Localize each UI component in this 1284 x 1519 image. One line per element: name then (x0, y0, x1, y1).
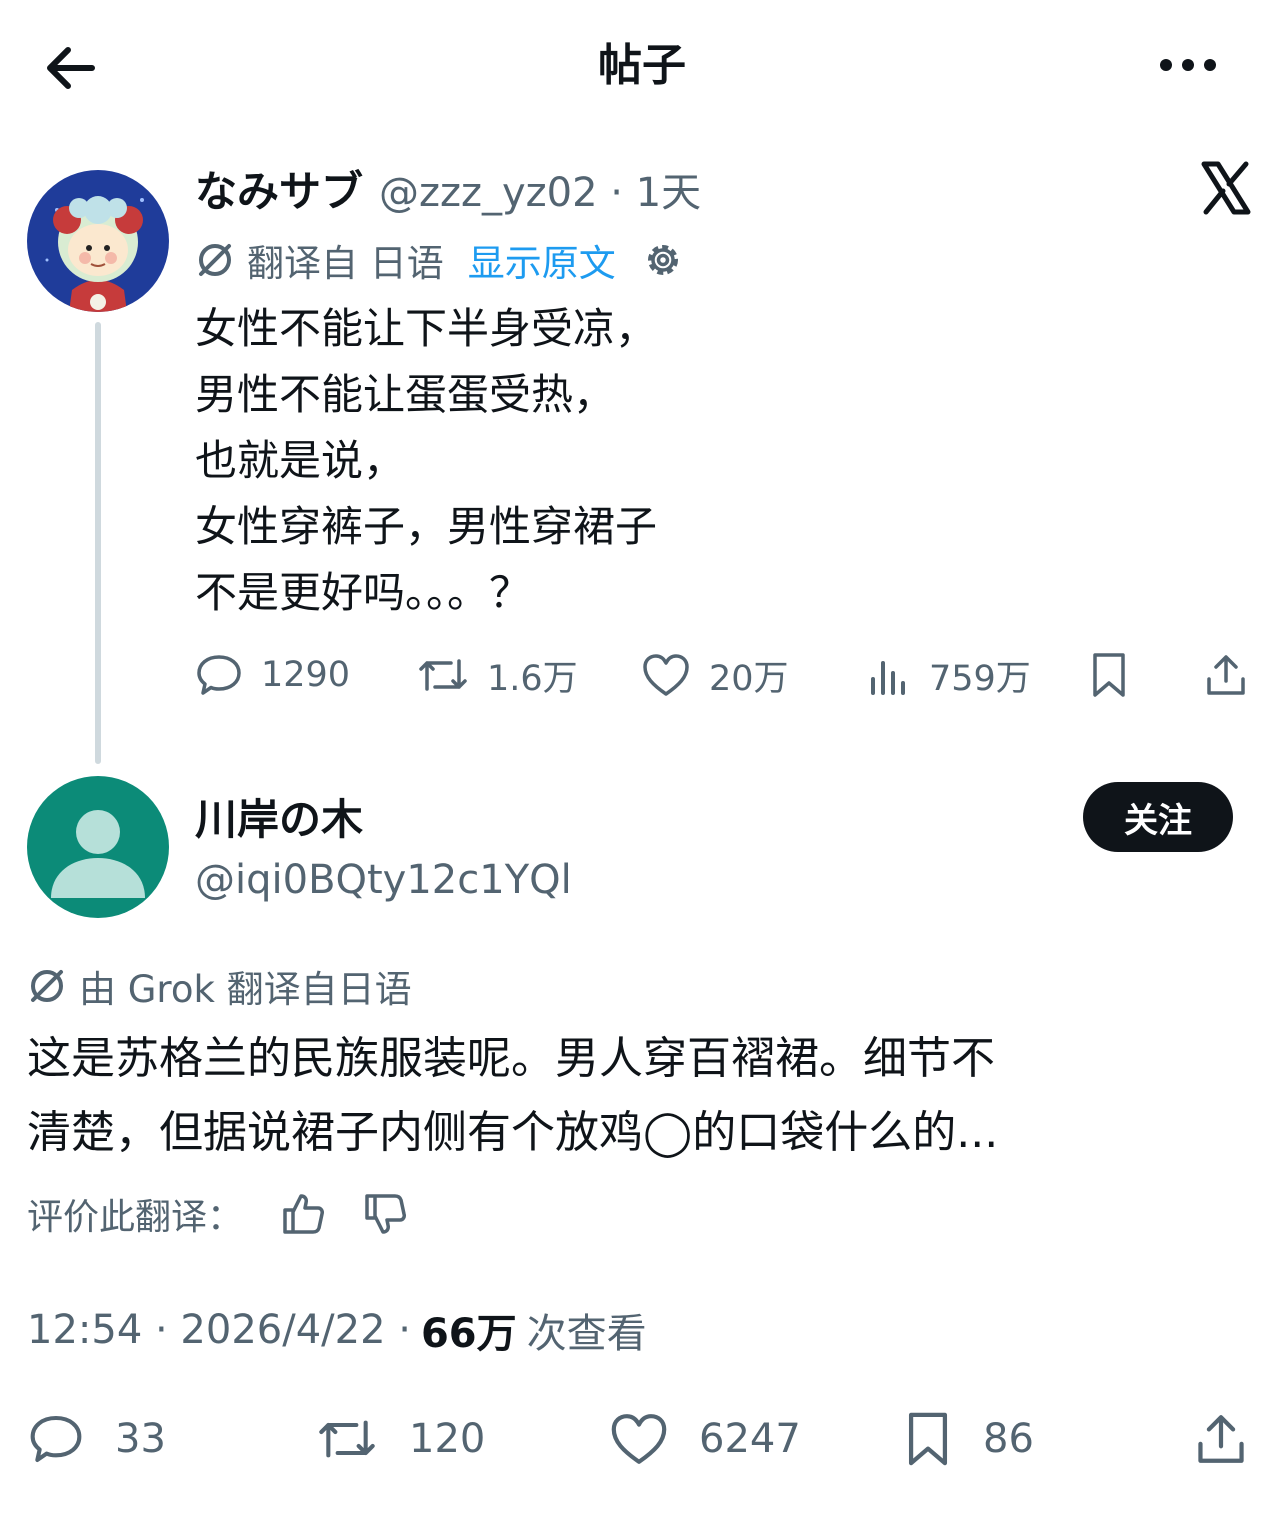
post-text-line: 男性不能让蛋蛋受热， (195, 370, 616, 419)
like-button[interactable]: 20万 (641, 640, 789, 710)
heart-icon (611, 1414, 667, 1464)
rate-translation: 评价此翻译： (27, 1186, 407, 1242)
reply-button[interactable]: 33 (27, 1404, 166, 1474)
reply-post-text: 这是苏格兰的民族服装呢。男人穿百褶裙。细节不 清楚，但据说裙子内侧有个放鸡◯的口… (27, 1022, 1257, 1170)
translation-note: 翻译自 日语 (247, 242, 444, 285)
bookmark-button[interactable] (1089, 640, 1129, 710)
translate-icon (199, 244, 231, 276)
like-count: 6247 (699, 1416, 801, 1462)
post-text-line: 女性穿裤子，男性穿裙子 (195, 502, 658, 551)
repost-icon (419, 659, 467, 691)
post-timestamp: 12:54 · 2026/4/22 · 66万 次查看 (27, 1300, 647, 1360)
thumbs-down-button[interactable] (363, 1192, 407, 1236)
gear-icon (647, 245, 678, 275)
follow-button[interactable]: 关注 (1083, 782, 1233, 852)
bookmark-button[interactable]: 86 (903, 1404, 1034, 1474)
view-label: 次查看 (526, 1311, 647, 1357)
share-button[interactable] (1193, 1404, 1249, 1474)
reply-button[interactable]: 1290 (195, 640, 350, 710)
original-post-text: 女性不能让下半身受凉， 男性不能让蛋蛋受热， 也就是说， 女性穿裤子，男性穿裙子… (195, 296, 1095, 626)
bookmark-count: 86 (983, 1416, 1034, 1462)
original-post-actions: 1290 1.6万 20万 759万 (195, 640, 1255, 710)
thumbs-up-icon (283, 1194, 325, 1234)
repost-button[interactable]: 1.6万 (417, 640, 578, 710)
bookmark-icon (1093, 653, 1125, 697)
like-button[interactable]: 6247 (609, 1404, 801, 1474)
thread-connector-line (95, 322, 101, 764)
grok-translation-bar: 由 Grok 翻译自日语 (27, 958, 412, 1014)
repost-count: 120 (409, 1416, 486, 1462)
show-original-link[interactable]: 显示原文 (468, 233, 616, 287)
timestamp-text[interactable]: 12:54 · 2026/4/22 · (27, 1307, 411, 1353)
page-title: 帖子 (598, 40, 686, 91)
translation-settings-button[interactable] (642, 239, 684, 281)
like-count: 20万 (709, 658, 789, 699)
post-text-line: 这是苏格兰的民族服装呢。男人穿百褶裙。细节不 (27, 1033, 995, 1084)
post-text-line: 不是更好吗。。。？ (195, 568, 532, 617)
reply-post-actions: 33 120 6247 86 (27, 1404, 1257, 1474)
comment-icon (197, 655, 241, 695)
reply-author-handle[interactable]: @iqi0BQty12c1YQl (195, 852, 572, 908)
repost-icon (319, 1420, 375, 1458)
bookmark-icon (908, 1412, 948, 1466)
thumbs-down-icon (365, 1194, 407, 1234)
translation-bar: 翻译自 日语 显示原文 (195, 232, 684, 288)
original-author-avatar[interactable] (27, 170, 169, 312)
reply-count: 33 (115, 1416, 166, 1462)
original-author-meta: @zzz_yz02 · 1天 (379, 170, 702, 216)
heart-icon (643, 654, 689, 696)
original-post-header: なみサブ @zzz_yz02 · 1天 (195, 158, 701, 222)
more-options-button[interactable] (1156, 50, 1220, 80)
view-total: 66万 (420, 1311, 517, 1357)
thumbs-up-button[interactable] (281, 1192, 325, 1236)
post-text-line: 女性不能让下半身受凉， (195, 304, 658, 353)
analytics-icon (871, 661, 905, 695)
repost-button[interactable]: 120 (315, 1404, 485, 1474)
more-dots-icon (1160, 59, 1216, 71)
translate-icon (31, 970, 63, 1002)
reply-count: 1290 (261, 655, 351, 695)
view-count: 759万 (929, 658, 1031, 699)
share-icon (1207, 655, 1245, 695)
original-author-name[interactable]: なみサブ (195, 158, 363, 219)
post-text-line: 清楚，但据说裙子内侧有个放鸡◯的口袋什么的... (27, 1107, 999, 1158)
rate-translation-label: 评价此翻译： (27, 1197, 244, 1238)
comment-icon (30, 1415, 82, 1463)
grok-translation-note: 由 Grok 翻译自日语 (79, 968, 412, 1011)
x-logo-icon (1198, 160, 1254, 216)
post-text-line: 也就是说， (195, 436, 406, 485)
reply-author-avatar[interactable] (27, 776, 169, 918)
repost-count: 1.6万 (487, 658, 578, 699)
reply-author-name[interactable]: 川岸の木 (195, 790, 363, 850)
share-button[interactable] (1203, 640, 1249, 710)
share-icon (1198, 1415, 1244, 1463)
views-button[interactable]: 759万 (867, 640, 1031, 710)
